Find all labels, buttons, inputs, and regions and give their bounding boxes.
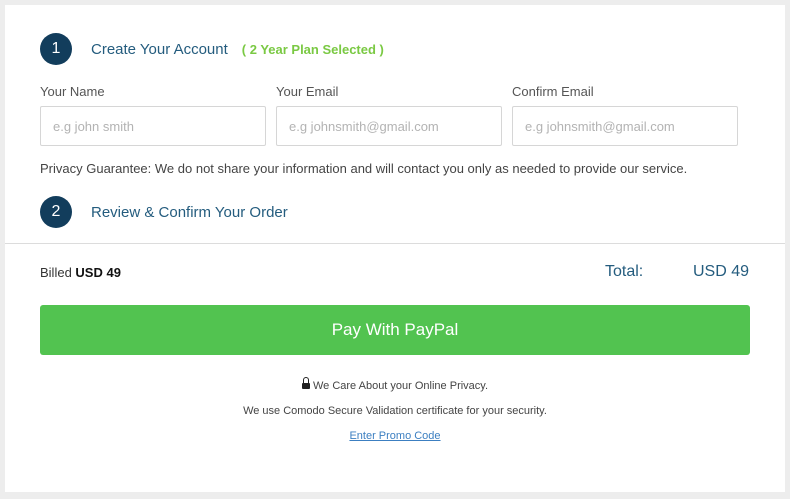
step-number-badge: 1 [40,33,72,65]
promo-line: Enter Promo Code [5,430,785,442]
step-review-order: 2 Review & Confirm Your Order [40,196,288,228]
billed-summary: Billed USD 49 [40,265,121,280]
name-label: Your Name [40,84,105,99]
total-amount: USD 49 [692,263,749,280]
billed-amount: USD 49 [75,265,121,280]
privacy-guarantee: Privacy Guarantee: We do not share your … [40,161,688,176]
billed-label: Billed [40,265,72,280]
name-input[interactable] [40,106,266,146]
step-number-badge: 2 [40,196,72,228]
email-label: Your Email [276,84,339,99]
security-note: We use Comodo Secure Validation certific… [243,405,547,417]
email-input[interactable] [276,106,502,146]
privacy-care-line: We Care About your Online Privacy. [5,377,785,392]
privacy-care-text: We Care About your Online Privacy. [312,380,489,392]
step-title: Review & Confirm Your Order [91,203,288,221]
step-create-account: 1 Create Your Account ( 2 Year Plan Sele… [40,33,384,65]
lock-icon [301,377,310,390]
step-title: Create Your Account [91,40,228,58]
pay-with-paypal-button[interactable]: Pay With PayPal [40,305,750,355]
checkout-card: 1 Create Your Account ( 2 Year Plan Sele… [5,5,785,492]
confirm-email-label: Confirm Email [512,84,594,99]
section-divider [5,243,785,244]
enter-promo-code-link[interactable]: Enter Promo Code [349,430,440,442]
confirm-email-input[interactable] [512,106,738,146]
plan-selected-note: ( 2 Year Plan Selected ) [241,41,384,57]
total-label: Total: [605,263,644,280]
